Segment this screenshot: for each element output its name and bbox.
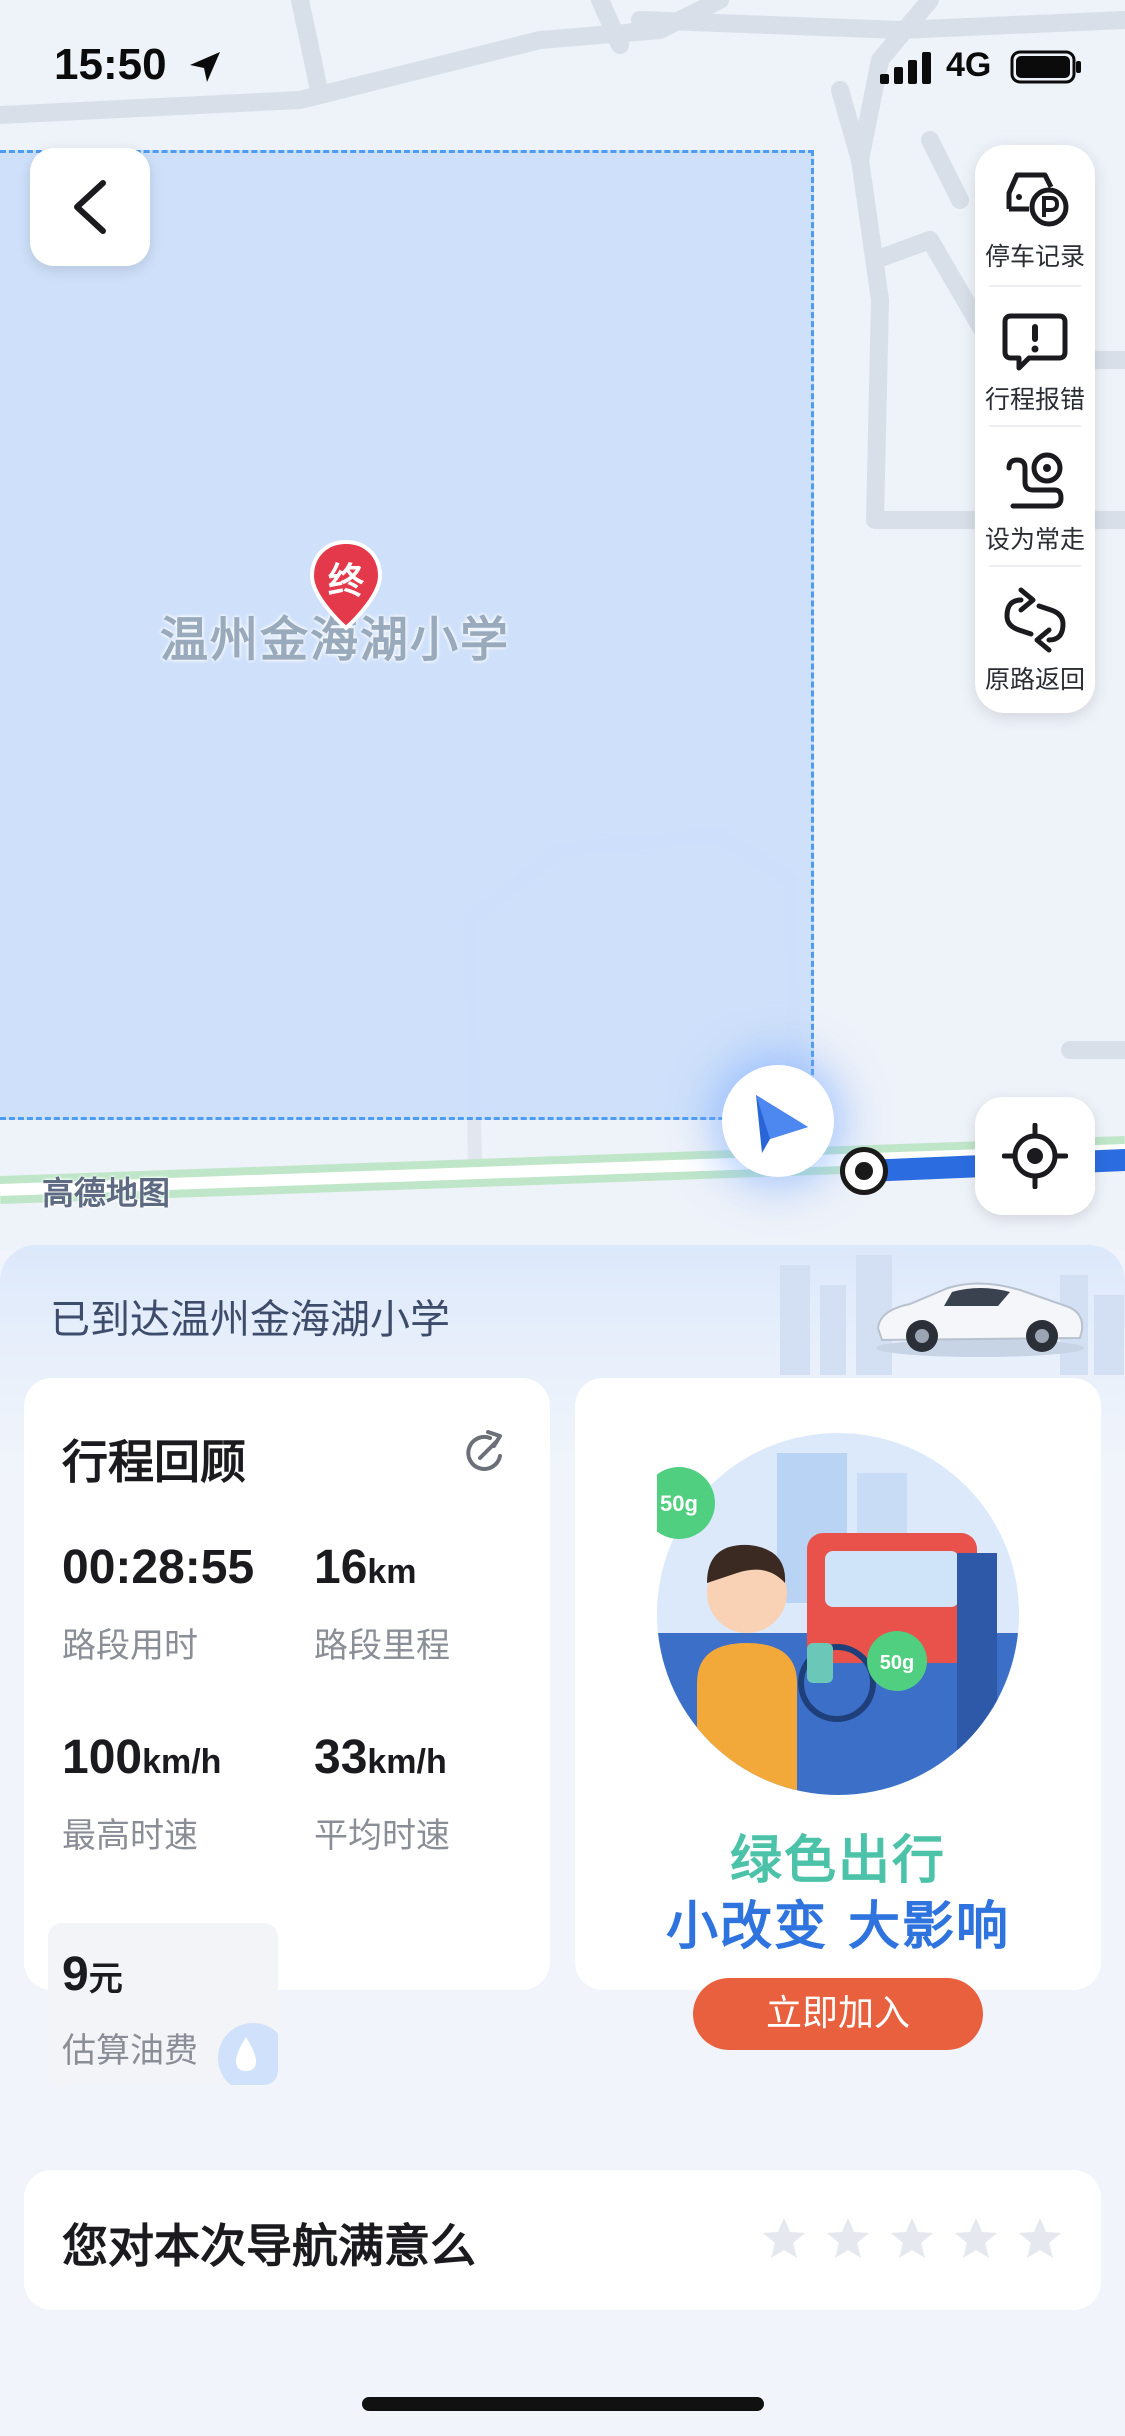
parking-car-icon bbox=[1006, 172, 1069, 227]
status-bar: 15:50 4G bbox=[0, 0, 1125, 130]
tool-set-frequent[interactable]: 设为常走 bbox=[975, 428, 1095, 564]
max-speed-label: 最高时速 bbox=[62, 1816, 198, 1856]
battery-icon bbox=[1010, 50, 1081, 84]
home-indicator[interactable] bbox=[362, 2397, 764, 2411]
report-error-icon bbox=[1002, 313, 1068, 371]
trip-review-card: 行程回顾 00:28:55 路段用时 16km 路段里程 100km/h 最高时… bbox=[24, 1378, 550, 2085]
green-slogan-line1: 绿色出行 bbox=[729, 1831, 946, 1891]
star-icon[interactable] bbox=[823, 2214, 873, 2264]
trip-review-title: 行程回顾 bbox=[62, 1435, 246, 1489]
divider bbox=[989, 425, 1081, 427]
location-arrow-icon bbox=[190, 52, 220, 82]
star-icon[interactable] bbox=[887, 2214, 937, 2264]
tool-label: 设为常走 bbox=[984, 525, 1085, 554]
avg-speed-unit: km/h bbox=[367, 1743, 447, 1781]
rating-stars bbox=[759, 2214, 1065, 2264]
star-icon[interactable] bbox=[1015, 2214, 1065, 2264]
divider bbox=[989, 565, 1081, 567]
current-position-marker bbox=[722, 1065, 834, 1177]
avg-speed-label: 平均时速 bbox=[314, 1816, 450, 1856]
share-refresh-icon[interactable] bbox=[460, 1428, 510, 1478]
arrival-message: 已到达温州金海湖小学 bbox=[50, 1297, 450, 1343]
trip-summary-sheet: 已到达温州金海湖小学 行程回顾 00:28:55 路段用时 16km 路段里程 … bbox=[0, 1245, 1125, 2436]
navigation-rating-card: 您对本次导航满意么 bbox=[24, 2170, 1101, 2310]
divider bbox=[989, 285, 1081, 287]
route-pin-icon bbox=[1006, 452, 1064, 509]
map-view[interactable]: 温州金海湖小学 终 高德地图 bbox=[0, 0, 1125, 1250]
distance-label: 路段里程 bbox=[314, 1626, 450, 1666]
tool-label: 原路返回 bbox=[984, 665, 1085, 694]
chevron-left-icon bbox=[74, 180, 106, 234]
green-travel-card[interactable]: 50g 50g 绿色出行 小改变 大影响 立即加入 bbox=[575, 1378, 1101, 2050]
fuel-drop-icon bbox=[218, 2023, 278, 2085]
back-button[interactable] bbox=[30, 148, 150, 266]
distance-number: 16 bbox=[314, 1541, 368, 1594]
duration-value: 00:28:55 bbox=[62, 1540, 254, 1595]
cellular-signal-icon bbox=[880, 52, 931, 84]
fuel-cost-number: 9 bbox=[62, 1948, 89, 2001]
destination-pin[interactable]: 终 bbox=[308, 539, 384, 632]
distance-value: 16km bbox=[314, 1540, 417, 1595]
tool-parking-record[interactable]: 停车记录 bbox=[975, 145, 1095, 281]
join-now-button[interactable]: 立即加入 bbox=[693, 1978, 983, 2050]
status-time: 15:50 bbox=[54, 40, 167, 89]
map-tool-panel: 停车记录 行程报错 设为常走 原路返回 bbox=[975, 145, 1095, 713]
green-slogan-line2: 小改变 大影响 bbox=[665, 1897, 1011, 1957]
max-speed-number: 100 bbox=[62, 1731, 143, 1784]
duration-label: 路段用时 bbox=[62, 1626, 198, 1666]
network-type: 4G bbox=[946, 46, 992, 84]
car-illustration bbox=[876, 1282, 1084, 1357]
fuel-cost-label: 估算油费 bbox=[62, 2031, 198, 2071]
fuel-cost-box[interactable]: 9元 估算油费 bbox=[48, 1923, 278, 2085]
map-brand-logo: 高德地图 bbox=[42, 1174, 171, 1212]
co2-badge-large: 50g bbox=[660, 1491, 698, 1516]
star-icon[interactable] bbox=[759, 2214, 809, 2264]
return-loop-icon bbox=[1004, 587, 1066, 653]
pin-label: 终 bbox=[327, 561, 364, 602]
avg-speed-number: 33 bbox=[314, 1731, 368, 1784]
fuel-cost-value: 9元 bbox=[62, 1947, 123, 2002]
fuel-cost-unit: 元 bbox=[88, 1960, 123, 1998]
tool-trip-report-error[interactable]: 行程报错 bbox=[975, 288, 1095, 424]
locate-me-button[interactable] bbox=[975, 1097, 1095, 1215]
green-travel-illustration: 50g 50g bbox=[657, 1433, 1019, 1795]
distance-unit: km bbox=[367, 1553, 417, 1591]
tool-label: 停车记录 bbox=[984, 242, 1085, 271]
star-icon[interactable] bbox=[951, 2214, 1001, 2264]
navigation-arrow-icon bbox=[756, 1095, 808, 1153]
duration-number: 00:28:55 bbox=[62, 1541, 255, 1594]
rating-question: 您对本次导航满意么 bbox=[62, 2219, 476, 2273]
max-speed-unit: km/h bbox=[142, 1743, 222, 1781]
tool-return-route[interactable]: 原路返回 bbox=[975, 568, 1095, 704]
max-speed-value: 100km/h bbox=[62, 1730, 221, 1785]
route-end-dot bbox=[840, 1147, 888, 1195]
avg-speed-value: 33km/h bbox=[314, 1730, 447, 1785]
crosshair-icon bbox=[1002, 1123, 1068, 1189]
tool-label: 行程报错 bbox=[984, 385, 1085, 414]
co2-badge-small: 50g bbox=[880, 1652, 914, 1674]
